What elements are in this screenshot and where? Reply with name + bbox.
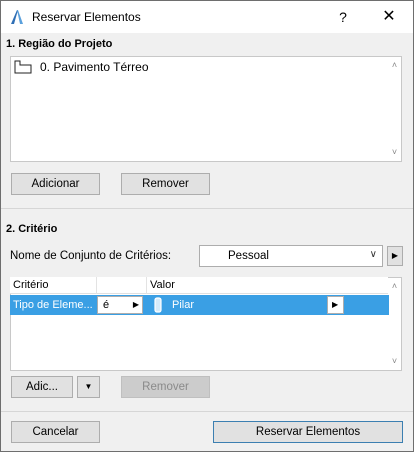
help-button[interactable]: ? [332, 6, 354, 28]
operator-selector[interactable]: é ▶ [97, 296, 143, 314]
triangle-right-icon: ▶ [132, 300, 139, 309]
add-region-button[interactable]: Adicionar [11, 173, 100, 195]
title-bar[interactable]: Reservar Elementos ? ✕ [1, 1, 413, 33]
section-criteria-label: 2. Critério [6, 223, 58, 235]
value-menu-button[interactable]: ▶ [327, 296, 344, 314]
criterion-cell[interactable]: Tipo de Eleme... [13, 299, 93, 311]
column-icon [153, 297, 163, 316]
value-cell[interactable]: Pilar [172, 299, 194, 311]
criteria-table-header: Critério Valor [10, 277, 388, 294]
cancel-button[interactable]: Cancelar [11, 421, 100, 443]
scroll-down-icon[interactable]: ˅ [390, 148, 399, 157]
reserve-elements-button[interactable]: Reservar Elementos [213, 421, 403, 443]
reserve-elements-dialog: Reservar Elementos ? ✕ 1. Região do Proj… [0, 0, 414, 452]
column-header-value[interactable]: Valor [150, 279, 175, 291]
project-region-list[interactable]: 0. Pavimento Térreo ˄ ˅ [10, 56, 402, 162]
table-row[interactable]: Tipo de Eleme... é ▶ Pilar ▶ [10, 295, 389, 315]
column-divider [146, 277, 147, 294]
add-criterion-dropdown-button[interactable]: ▼ [77, 376, 100, 398]
criteria-set-dropdown[interactable]: Pessoal ∨ [199, 245, 383, 267]
operator-value: é [103, 299, 110, 311]
table-scrollbar[interactable]: ˄ ˅ [388, 278, 401, 370]
triangle-right-icon: ▶ [391, 251, 399, 260]
window-title: Reservar Elementos [32, 10, 141, 24]
scroll-up-icon[interactable]: ˄ [390, 61, 399, 70]
scroll-down-icon[interactable]: ˅ [390, 357, 399, 366]
criteria-set-value: Pessoal [228, 250, 269, 262]
column-header-criterion[interactable]: Critério [13, 279, 48, 291]
triangle-down-icon: ▼ [84, 382, 93, 391]
add-criterion-button[interactable]: Adic... [11, 376, 73, 398]
criteria-set-label: Nome de Conjunto de Critérios: [10, 250, 172, 262]
section-project-region-label: 1. Região do Projeto [6, 38, 113, 50]
scroll-up-icon[interactable]: ˄ [390, 282, 399, 291]
close-button[interactable]: ✕ [378, 6, 400, 28]
chevron-down-icon: ∨ [369, 249, 377, 260]
criteria-set-menu-button[interactable]: ▶ [387, 246, 403, 266]
archicad-app-icon [9, 9, 25, 25]
list-item[interactable]: 0. Pavimento Térreo [14, 60, 149, 74]
story-icon [14, 60, 32, 74]
section-divider [1, 208, 413, 209]
column-divider [96, 277, 97, 294]
footer-divider [1, 411, 413, 412]
list-scrollbar[interactable]: ˄ ˅ [388, 57, 401, 161]
triangle-right-icon: ▶ [332, 300, 339, 309]
remove-criterion-button[interactable]: Remover [121, 376, 210, 398]
list-item-label: 0. Pavimento Térreo [40, 60, 149, 74]
remove-region-button[interactable]: Remover [121, 173, 210, 195]
